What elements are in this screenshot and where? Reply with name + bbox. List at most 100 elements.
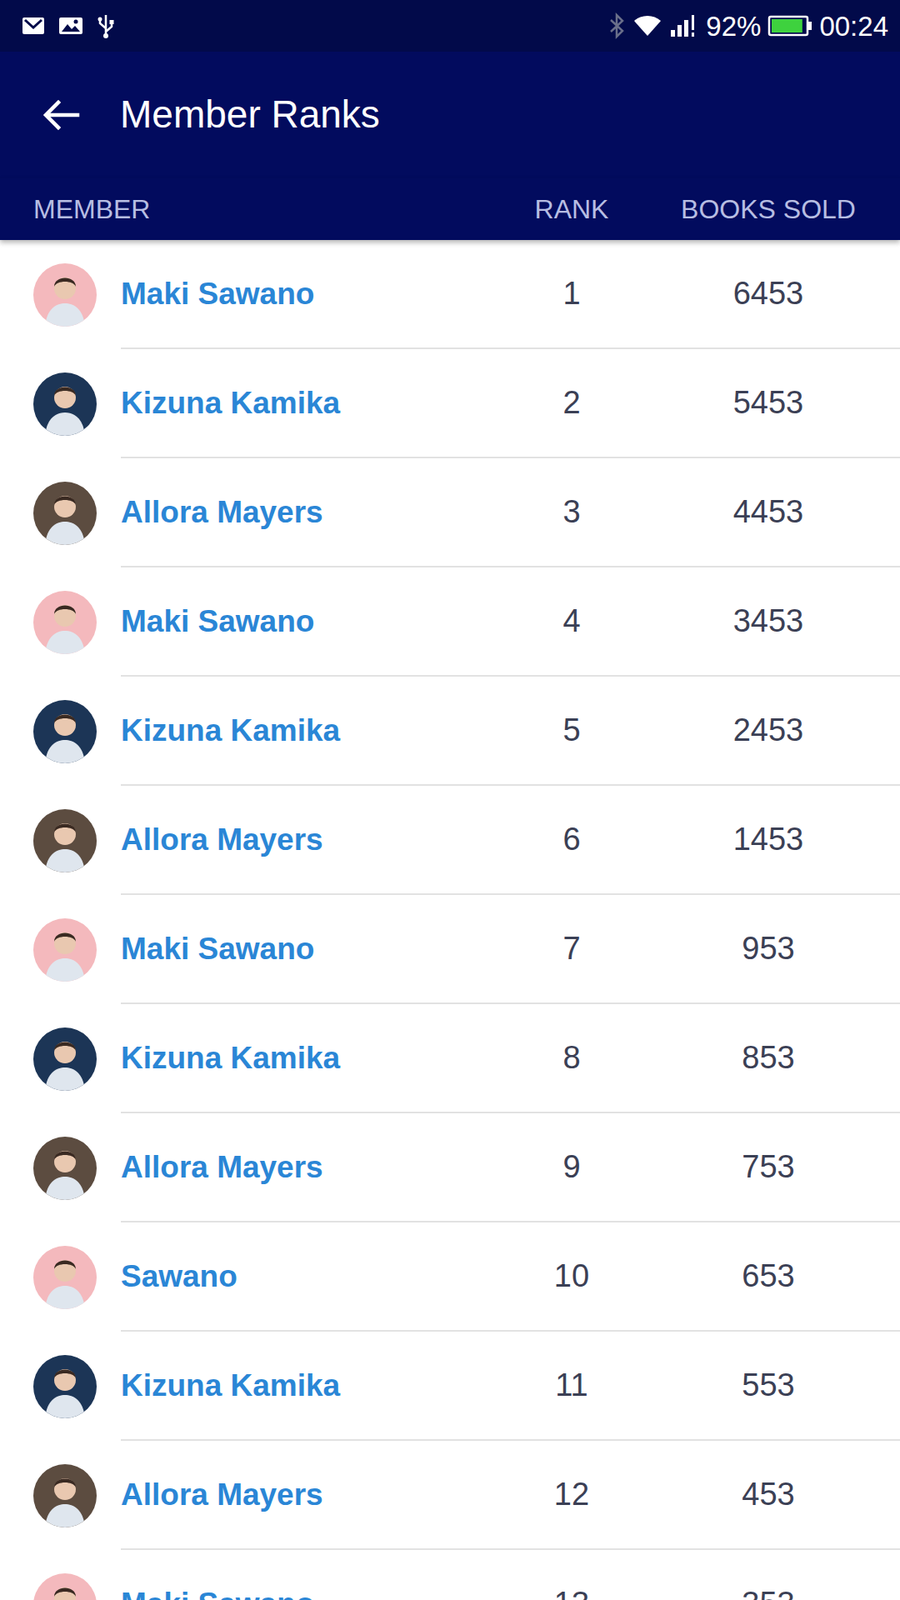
member-rank: 11	[488, 1361, 655, 1410]
member-photo-icon	[33, 1355, 97, 1419]
wifi-icon	[632, 14, 663, 38]
battery-icon	[767, 14, 813, 38]
member-rank: 3	[488, 488, 655, 536]
books-sold: 753	[655, 1143, 882, 1191]
row-cells: Allora Mayers34453	[120, 458, 900, 568]
member-name: Kizuna Kamika	[120, 1362, 489, 1410]
avatar-cell	[0, 1550, 121, 1600]
member-row[interactable]: Allora Mayers34453	[0, 458, 900, 568]
books-sold: 3453	[655, 597, 882, 645]
row-cells: Sawano10653	[120, 1222, 900, 1332]
member-row[interactable]: Allora Mayers9753	[0, 1113, 900, 1223]
books-sold: 953	[655, 925, 882, 973]
member-name: Maki Sawano	[120, 1580, 489, 1600]
member-photo-icon	[33, 263, 97, 327]
app-toolbar: Member Ranks	[0, 51, 900, 179]
member-photo-icon	[33, 1573, 97, 1600]
member-rank: 2	[488, 379, 655, 427]
member-rank: 13	[488, 1580, 655, 1600]
battery-fill	[771, 19, 803, 33]
member-row[interactable]: Maki Sawano13353	[0, 1550, 900, 1600]
member-name: Allora Mayers	[120, 489, 489, 536]
row-cells: Allora Mayers12453	[120, 1440, 900, 1550]
row-cells: Allora Mayers61453	[120, 785, 900, 895]
signal-icon	[669, 13, 700, 39]
member-rank: 12	[488, 1470, 655, 1519]
page-title: Member Ranks	[120, 91, 380, 138]
avatar-icon	[33, 1027, 97, 1091]
member-rank: 5	[488, 706, 655, 755]
member-row[interactable]: Kizuna Kamika11553	[0, 1331, 900, 1441]
books-sold: 853	[655, 1034, 882, 1082]
member-name: Sawano	[120, 1253, 489, 1300]
member-row[interactable]: Maki Sawano7953	[0, 895, 900, 1005]
battery-percent: 92%	[705, 12, 761, 40]
member-photo-icon	[33, 809, 97, 873]
books-sold: 4453	[655, 488, 882, 536]
member-row[interactable]: Kizuna Kamika8853	[0, 1004, 900, 1114]
member-rank: 4	[488, 597, 655, 645]
column-header: RANK	[488, 189, 655, 230]
member-photo-icon	[33, 1245, 97, 1310]
back-button[interactable]	[41, 98, 80, 132]
row-cells: Maki Sawano43453	[120, 567, 900, 677]
avatar-icon	[33, 1573, 97, 1600]
usb-icon	[96, 13, 115, 39]
bluetooth-icon	[607, 12, 626, 40]
avatar-cell	[0, 895, 121, 1005]
member-name: Allora Mayers	[120, 1471, 489, 1519]
member-row[interactable]: Maki Sawano43453	[0, 567, 900, 677]
member-rank: 8	[488, 1034, 655, 1082]
books-sold: 6453	[655, 270, 882, 318]
member-rank: 6	[488, 815, 655, 864]
avatar-cell	[0, 240, 121, 350]
row-cells: Maki Sawano13353	[120, 1550, 900, 1600]
member-photo-icon	[33, 1027, 97, 1091]
row-cells: Maki Sawano16453	[120, 240, 900, 350]
avatar-cell	[0, 1004, 121, 1114]
member-name: Maki Sawano	[120, 270, 489, 318]
avatar-icon	[33, 263, 97, 327]
mail-icon	[21, 15, 45, 36]
member-name: Kizuna Kamika	[120, 1035, 489, 1082]
avatar-cell	[0, 785, 121, 895]
avatar-cell	[0, 458, 121, 568]
books-sold: 653	[655, 1252, 882, 1300]
member-name: Allora Mayers	[120, 1144, 489, 1191]
member-rank: 7	[488, 925, 655, 973]
avatar-cell	[0, 1331, 121, 1441]
books-sold: 1453	[655, 815, 882, 864]
member-name: Maki Sawano	[120, 925, 489, 973]
avatar-cell	[0, 676, 121, 786]
avatar-icon	[33, 1464, 97, 1528]
back-arrow-icon	[41, 98, 80, 132]
books-sold: 2453	[655, 706, 882, 755]
row-cells: Kizuna Kamika52453	[120, 676, 900, 786]
row-cells: Kizuna Kamika11553	[120, 1331, 900, 1441]
row-cells: Allora Mayers9753	[120, 1113, 900, 1223]
member-rank: 1	[488, 270, 655, 318]
member-row[interactable]: Sawano10653	[0, 1222, 900, 1332]
member-row[interactable]: Kizuna Kamika52453	[0, 676, 900, 786]
column-header: MEMBER	[33, 189, 489, 230]
avatar-icon	[33, 590, 97, 655]
member-list: Maki Sawano16453Kizuna Kamika25453Allora…	[0, 240, 900, 1600]
member-rank: 10	[488, 1252, 655, 1300]
column-header: BOOKS SOLD	[655, 189, 882, 230]
member-photo-icon	[33, 700, 97, 764]
avatar-icon	[33, 700, 97, 764]
books-sold: 453	[655, 1470, 882, 1519]
status-bar: 92%00:24	[0, 0, 900, 52]
member-row[interactable]: Kizuna Kamika25453	[0, 349, 900, 459]
member-row[interactable]: Allora Mayers61453	[0, 785, 900, 895]
member-row[interactable]: Allora Mayers12453	[0, 1440, 900, 1550]
avatar-icon	[33, 809, 97, 873]
avatar-icon	[33, 1245, 97, 1310]
table-header: MEMBERRANKBOOKS SOLD	[0, 178, 900, 240]
status-icons-right: 92%00:24	[607, 12, 889, 40]
member-row[interactable]: Maki Sawano16453	[0, 240, 900, 350]
member-photo-icon	[33, 1136, 97, 1200]
member-rank: 9	[488, 1143, 655, 1191]
member-name: Kizuna Kamika	[120, 380, 489, 427]
books-sold: 553	[655, 1361, 882, 1410]
